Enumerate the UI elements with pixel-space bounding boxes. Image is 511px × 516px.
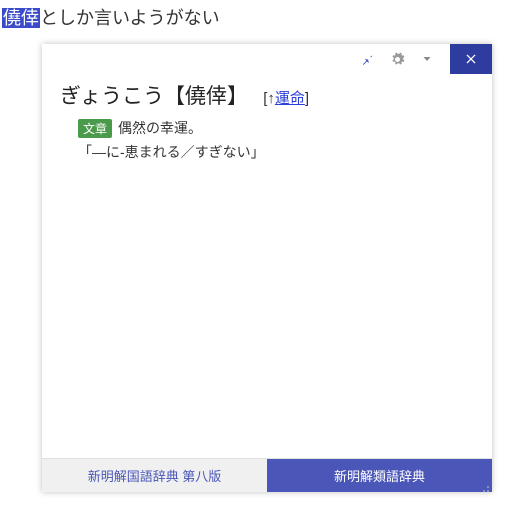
headword: ぎょうこう【僥倖】 [↑運命] bbox=[60, 80, 474, 110]
gear-icon[interactable] bbox=[384, 44, 410, 74]
headword-reading: ぎょうこう bbox=[60, 84, 164, 108]
pin-icon[interactable] bbox=[354, 44, 380, 74]
close-button[interactable] bbox=[450, 44, 492, 74]
popup-toolbar bbox=[42, 44, 492, 74]
reference-link[interactable]: 運命 bbox=[275, 90, 305, 107]
sentence-rest: としか言いようがない bbox=[40, 8, 220, 28]
tab-ruigo[interactable]: 新明解類語辞典 bbox=[267, 459, 492, 492]
example-text: 「―に-恵まれる／すぎない」 bbox=[78, 142, 474, 162]
close-icon bbox=[464, 52, 478, 66]
register-tag: 文章 bbox=[78, 119, 112, 138]
definition-line: 文章 偶然の幸運。 bbox=[78, 118, 474, 138]
context-sentence: 僥倖としか言いようがない bbox=[0, 0, 511, 34]
reference-link-wrap: [↑運命] bbox=[263, 90, 309, 107]
entry-content: ぎょうこう【僥倖】 [↑運命] 文章 偶然の幸運。 「―に-恵まれる／すぎない」 bbox=[42, 74, 492, 458]
resize-handle[interactable] bbox=[480, 480, 490, 490]
dropdown-icon[interactable] bbox=[414, 44, 440, 74]
definition-text: 偶然の幸運。 bbox=[118, 118, 202, 138]
headword-kanji: 【僥倖】 bbox=[164, 84, 248, 108]
dictionary-tabs: 新明解国語辞典 第八版 新明解類語辞典 bbox=[42, 458, 492, 492]
highlighted-word[interactable]: 僥倖 bbox=[2, 8, 40, 28]
tab-kokugo[interactable]: 新明解国語辞典 第八版 bbox=[42, 459, 267, 492]
dictionary-popup: ぎょうこう【僥倖】 [↑運命] 文章 偶然の幸運。 「―に-恵まれる／すぎない」… bbox=[42, 44, 492, 492]
